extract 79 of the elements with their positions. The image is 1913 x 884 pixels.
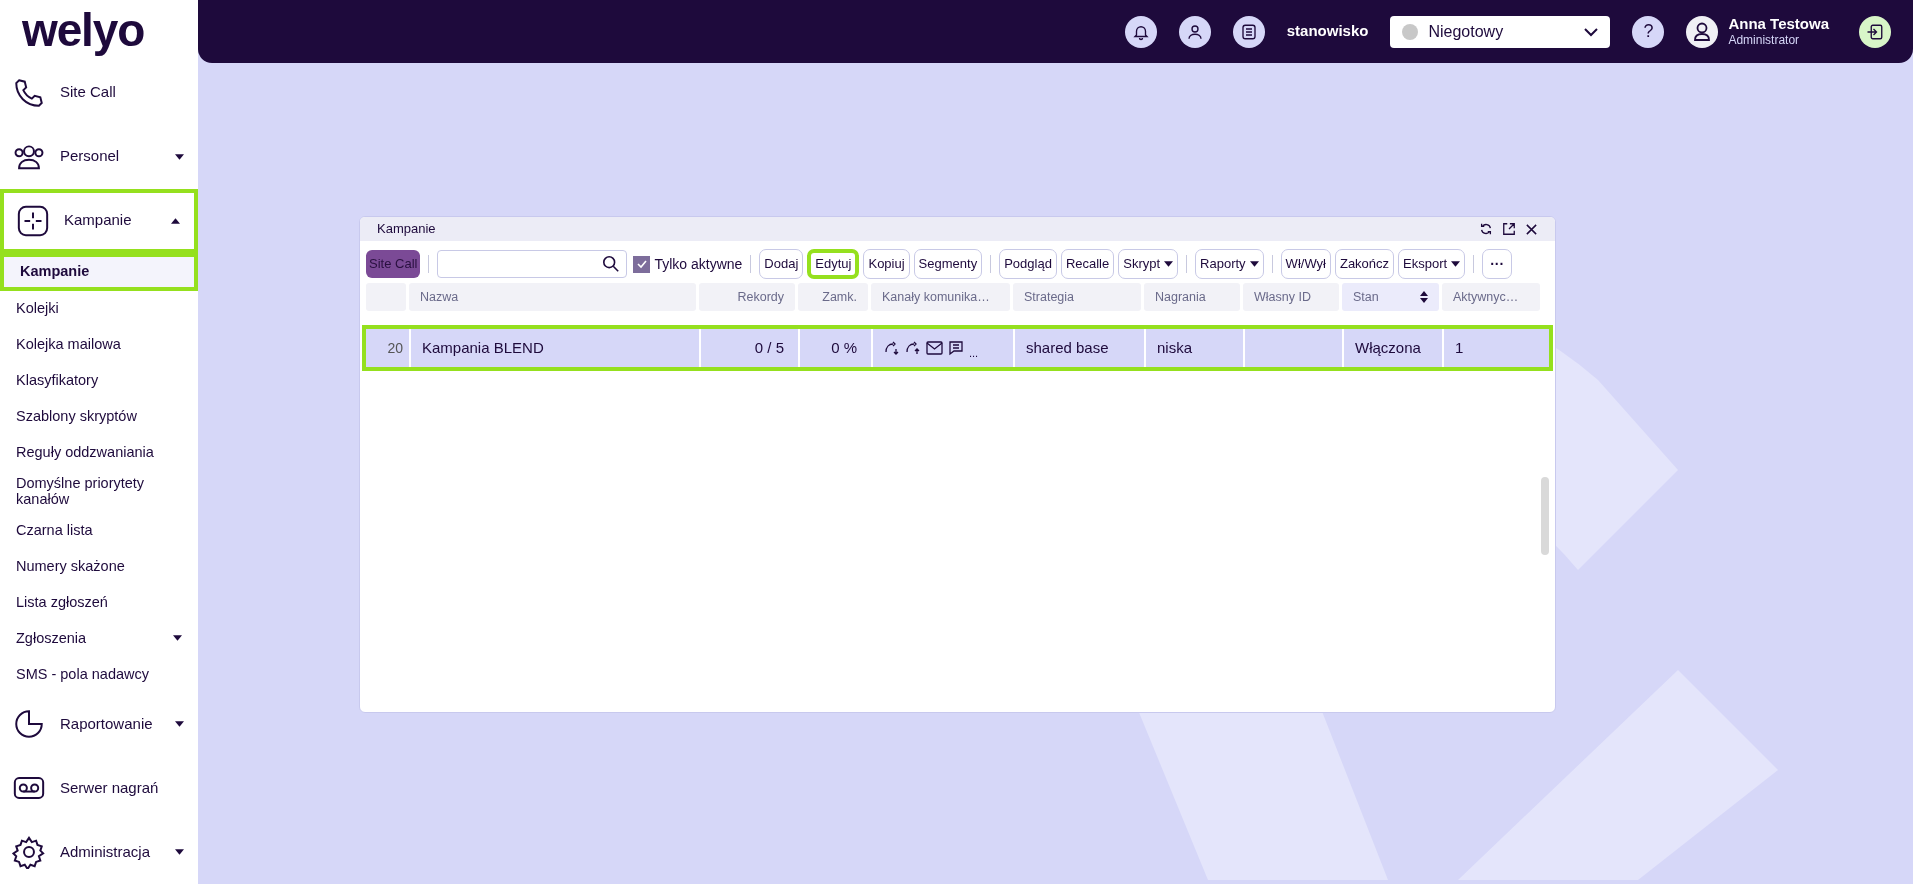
caret-down-icon [175, 153, 184, 160]
scrollbar-thumb[interactable] [1541, 477, 1549, 555]
people-icon [1185, 22, 1204, 41]
close-icon [1525, 222, 1538, 236]
sidebar-item[interactable]: Serwer nagrań [0, 756, 198, 820]
table-cell: 0 / 5 [699, 329, 795, 367]
toolbar-button[interactable]: Skrypt [1118, 249, 1179, 279]
popout-icon [1502, 222, 1516, 236]
table-cell: shared base [1013, 329, 1141, 367]
search-icon [602, 255, 621, 273]
column-header[interactable]: Nazwa [409, 283, 696, 311]
table-cell: niska [1144, 329, 1240, 367]
column-header[interactable]: Strategia [1013, 283, 1141, 311]
chat-icon [948, 340, 964, 356]
incoming-call-icon [905, 340, 921, 356]
close-button[interactable] [1525, 222, 1538, 236]
user-name: Anna Testowa [1728, 14, 1829, 34]
column-header[interactable]: Stan [1342, 283, 1439, 311]
window-title: Kampanie [377, 220, 437, 239]
sort-icon [1420, 291, 1428, 303]
caret-down-icon [175, 849, 184, 855]
column-header[interactable]: Rekordy [699, 283, 795, 311]
toolbar-button[interactable]: Dodaj [759, 249, 804, 279]
caret-down-icon [1249, 261, 1259, 267]
pie-chart-icon [12, 707, 46, 741]
logout-icon [1866, 22, 1884, 41]
caret-down-icon [173, 635, 182, 641]
sidebar-item[interactable]: Raportowanie [0, 692, 198, 756]
settings-icon [12, 835, 46, 869]
column-header[interactable]: Aktywnyc… [1442, 283, 1540, 311]
column-header[interactable]: Własny ID [1243, 283, 1339, 311]
check-icon [635, 258, 648, 270]
table-cell: 1 [1442, 329, 1540, 367]
users-button[interactable] [1178, 15, 1211, 48]
toolbar-button[interactable]: Zakończ [1334, 249, 1395, 279]
outgoing-call-icon [884, 340, 900, 356]
popout-button[interactable] [1502, 222, 1516, 236]
caret-down-icon [1451, 261, 1461, 267]
only-active-checkbox[interactable]: Tylko aktywne [633, 253, 743, 275]
search-field[interactable] [437, 250, 628, 278]
logo: welyo [22, 7, 145, 54]
logout-button[interactable] [1859, 15, 1891, 48]
sidebar-item[interactable]: Kampanie [0, 188, 198, 253]
sidebar-subitem[interactable]: Kampanie [0, 252, 198, 291]
table-cell: 0 % [798, 329, 868, 367]
sidebar-item[interactable]: Administracja [0, 820, 198, 884]
toolbar-button[interactable]: Podgląd [999, 249, 1057, 279]
list-icon [1239, 22, 1258, 41]
toolbar-button[interactable]: Kopiuj [863, 249, 910, 279]
list-button[interactable] [1232, 15, 1265, 48]
caret-up-icon [171, 217, 180, 224]
status-select[interactable]: Niegotowy [1390, 15, 1611, 48]
more-channels: ... [969, 345, 979, 361]
refresh-button[interactable] [1479, 222, 1493, 236]
column-header[interactable]: Kanały komunika… [871, 283, 1010, 311]
toolbar-button[interactable]: Edytuj [807, 249, 860, 279]
table-cell: Kampania BLEND [409, 329, 696, 367]
toolbar-button[interactable]: Segmenty [913, 249, 983, 279]
toolbar-button[interactable]: Wł/Wył [1280, 249, 1331, 279]
toolbar-button[interactable]: Raporty [1195, 249, 1264, 279]
avatar-icon [1686, 15, 1719, 48]
toolbar-button[interactable]: Eksport [1398, 249, 1466, 279]
column-header[interactable]: Nagrania [1144, 283, 1240, 311]
sidebar-item[interactable]: Personel [0, 124, 198, 189]
table-cell: Włączona [1342, 329, 1439, 367]
caret-down-icon [175, 721, 184, 727]
refresh-icon [1479, 222, 1493, 236]
workstation-label: stanowisko [1286, 21, 1369, 42]
user-role: Administrator [1728, 33, 1801, 49]
caret-down-icon [1164, 261, 1174, 267]
sidebar-item[interactable]: Site Call [0, 60, 198, 125]
chevron-down-icon [1584, 26, 1599, 37]
more-button[interactable]: ··· [1482, 249, 1513, 279]
column-header[interactable]: Zamk. [798, 283, 868, 311]
sparkle-icon [16, 203, 50, 238]
toolbar-button[interactable]: Recalle [1060, 249, 1115, 279]
notifications-button[interactable] [1124, 15, 1157, 48]
help-button[interactable]: ? [1632, 15, 1665, 48]
mail-icon [926, 341, 943, 355]
